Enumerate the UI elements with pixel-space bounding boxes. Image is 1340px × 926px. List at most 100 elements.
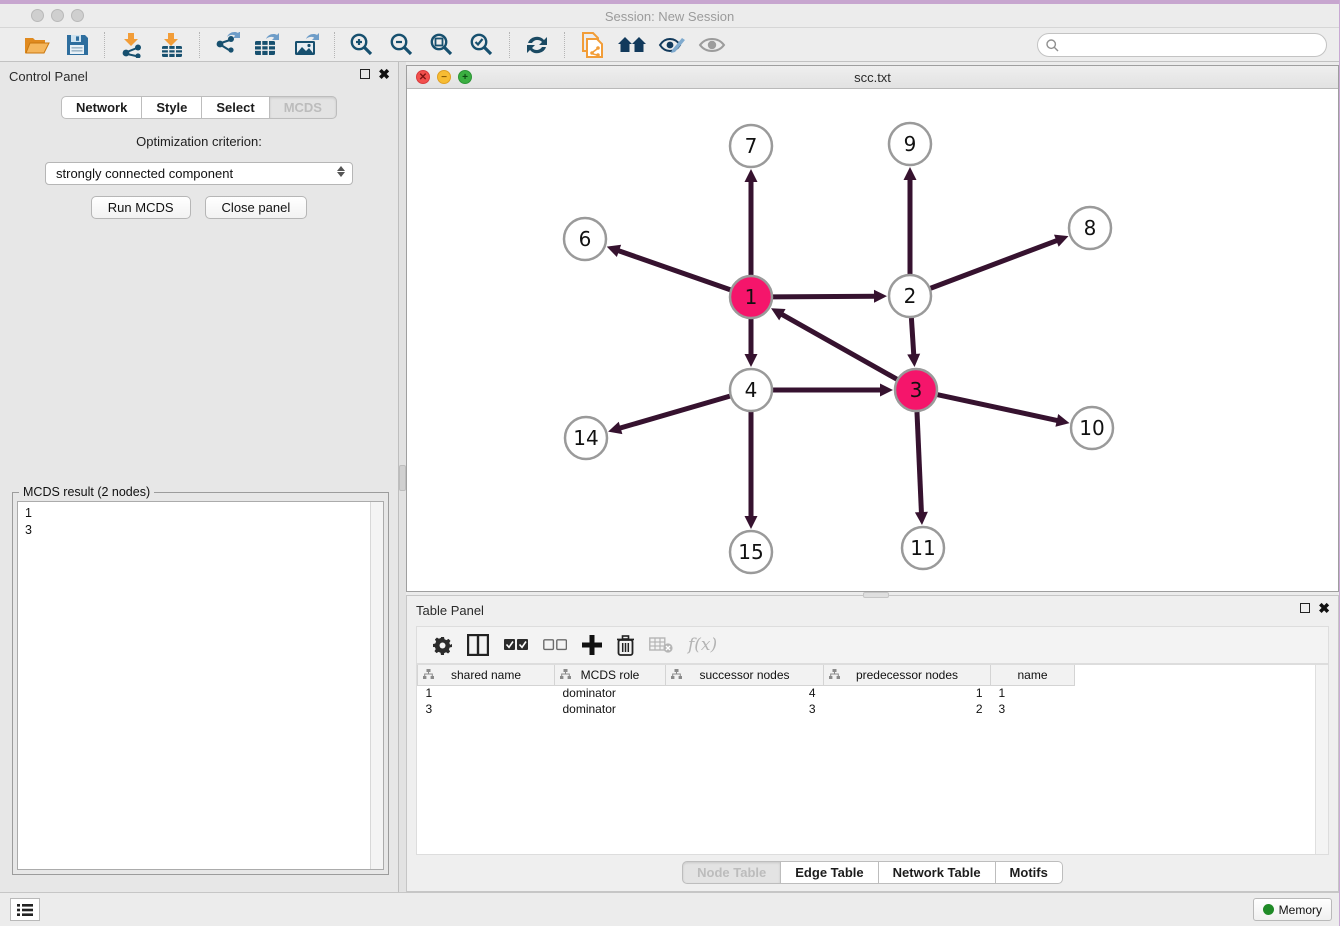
table-row[interactable]: 1dominator411 [418,685,1075,701]
network-window-titlebar: ✕ − + scc.txt [407,66,1338,89]
table-cell[interactable]: 1 [991,685,1075,701]
export-table-button[interactable] [252,31,282,59]
table-scrollbar[interactable] [1315,665,1328,854]
memory-button[interactable]: Memory [1253,898,1332,921]
search-input[interactable] [1059,38,1326,52]
import-table-button[interactable] [157,31,187,59]
select-stepper-icon [337,166,345,177]
network-home-button[interactable] [617,31,647,59]
edge-3-10[interactable] [938,395,1060,421]
copy-document-icon [579,31,605,59]
criterion-select[interactable]: strongly connected component [45,162,353,185]
unselect-all-columns-button[interactable] [543,630,567,660]
tab-motifs[interactable]: Motifs [996,861,1063,884]
tab-style[interactable]: Style [142,96,202,119]
table-settings-icon [433,636,452,655]
export-image-button[interactable] [292,31,322,59]
hide-edit-button[interactable] [657,31,687,59]
tab-mcds[interactable]: MCDS [270,96,337,119]
edge-1-2[interactable] [773,296,877,297]
select-all-columns-button[interactable] [504,630,528,660]
table-cell[interactable]: 1 [418,685,555,701]
task-history-button[interactable] [10,898,40,921]
splitter-handle[interactable] [399,465,406,491]
control-panel-tabs: NetworkStyleSelectMCDS [0,96,398,119]
tab-network-table[interactable]: Network Table [879,861,996,884]
mcds-panel: Optimization criterion: strongly connect… [0,124,398,219]
open-button[interactable] [22,31,52,59]
network-canvas[interactable]: 7968124314101511 [407,89,1338,591]
vertical-splitter[interactable] [399,62,406,892]
table-cell[interactable]: dominator [555,685,666,701]
delete-table-icon [649,636,673,654]
arrowhead-1-2 [874,290,887,303]
zoom-out-icon [390,33,414,57]
import-network-icon [119,32,145,58]
network-graph[interactable]: 7968124314101511 [407,89,1339,592]
copy-document-button[interactable] [577,31,607,59]
table-cell[interactable]: 2 [824,701,991,717]
result-item[interactable]: 1 [25,505,383,522]
zoom-fit-button[interactable] [427,31,457,59]
zoom-in-icon [350,33,374,57]
table-cell[interactable]: 1 [824,685,991,701]
node-table[interactable]: shared nameMCDS rolesuccessor nodes prede… [417,665,1075,717]
table-cell[interactable]: 3 [666,701,824,717]
arrowhead-4-15 [745,516,758,529]
close-panel-icon[interactable]: ✖ [378,68,390,80]
arrowhead-1-4 [745,354,758,367]
edge-3-1[interactable] [780,313,897,379]
float-panel-icon[interactable] [360,69,370,79]
zoom-out-button[interactable] [387,31,417,59]
table-settings-button[interactable] [433,630,452,660]
statusbar: Memory [0,892,1339,926]
column-header-MCDS-role[interactable]: MCDS role [555,665,666,685]
visibility-icon [698,36,726,54]
result-item[interactable]: 3 [25,522,383,539]
result-scrollbar[interactable] [370,502,383,869]
node-label-11: 11 [910,536,935,560]
table-cell[interactable]: 4 [666,685,824,701]
edge-3-11[interactable] [917,412,922,515]
close-panel-button[interactable]: Close panel [205,196,308,219]
table-toolbar: f(x) [416,626,1329,664]
table-cell[interactable]: dominator [555,701,666,717]
node-label-10: 10 [1079,416,1104,440]
close-table-panel-icon[interactable]: ✖ [1318,602,1330,614]
table-panel: Table Panel ✖ f(x) shared nameMCDS roles… [406,595,1339,892]
search-box[interactable] [1037,33,1327,57]
table-cell[interactable]: 3 [418,701,555,717]
delete-column-button[interactable] [617,630,634,660]
show-column-panel-button[interactable] [467,630,489,660]
table-panel-title: Table Panel [416,603,484,618]
run-mcds-button[interactable]: Run MCDS [91,196,191,219]
node-label-3: 3 [910,378,923,402]
float-table-panel-icon[interactable] [1300,603,1310,613]
import-network-button[interactable] [117,31,147,59]
save-button[interactable] [62,31,92,59]
column-header-shared-name[interactable]: shared name [418,665,555,685]
tab-select[interactable]: Select [202,96,269,119]
column-label: predecessor nodes [856,668,958,682]
node-label-1: 1 [745,285,758,309]
column-header-name[interactable]: name [991,665,1075,685]
zoom-in-button[interactable] [347,31,377,59]
table-cell[interactable]: 3 [991,701,1075,717]
edge-2-8[interactable] [931,240,1060,289]
column-header-predecessor-nodes[interactable]: predecessor nodes [824,665,991,685]
create-column-button[interactable] [582,630,602,660]
network-home-icon [617,34,647,56]
zoom-selected-button[interactable] [467,31,497,59]
export-network-button[interactable] [212,31,242,59]
create-column-icon [582,635,602,655]
edge-1-6[interactable] [616,250,730,290]
table-row[interactable]: 3dominator323 [418,701,1075,717]
refresh-button[interactable] [522,31,552,59]
mcds-result-list[interactable]: 13 [17,501,384,870]
column-header-successor-nodes[interactable]: successor nodes [666,665,824,685]
tab-network[interactable]: Network [61,96,142,119]
tab-node-table[interactable]: Node Table [682,861,781,884]
edge-2-3[interactable] [911,318,913,357]
tab-edge-table[interactable]: Edge Table [781,861,878,884]
edge-4-14[interactable] [618,396,730,429]
